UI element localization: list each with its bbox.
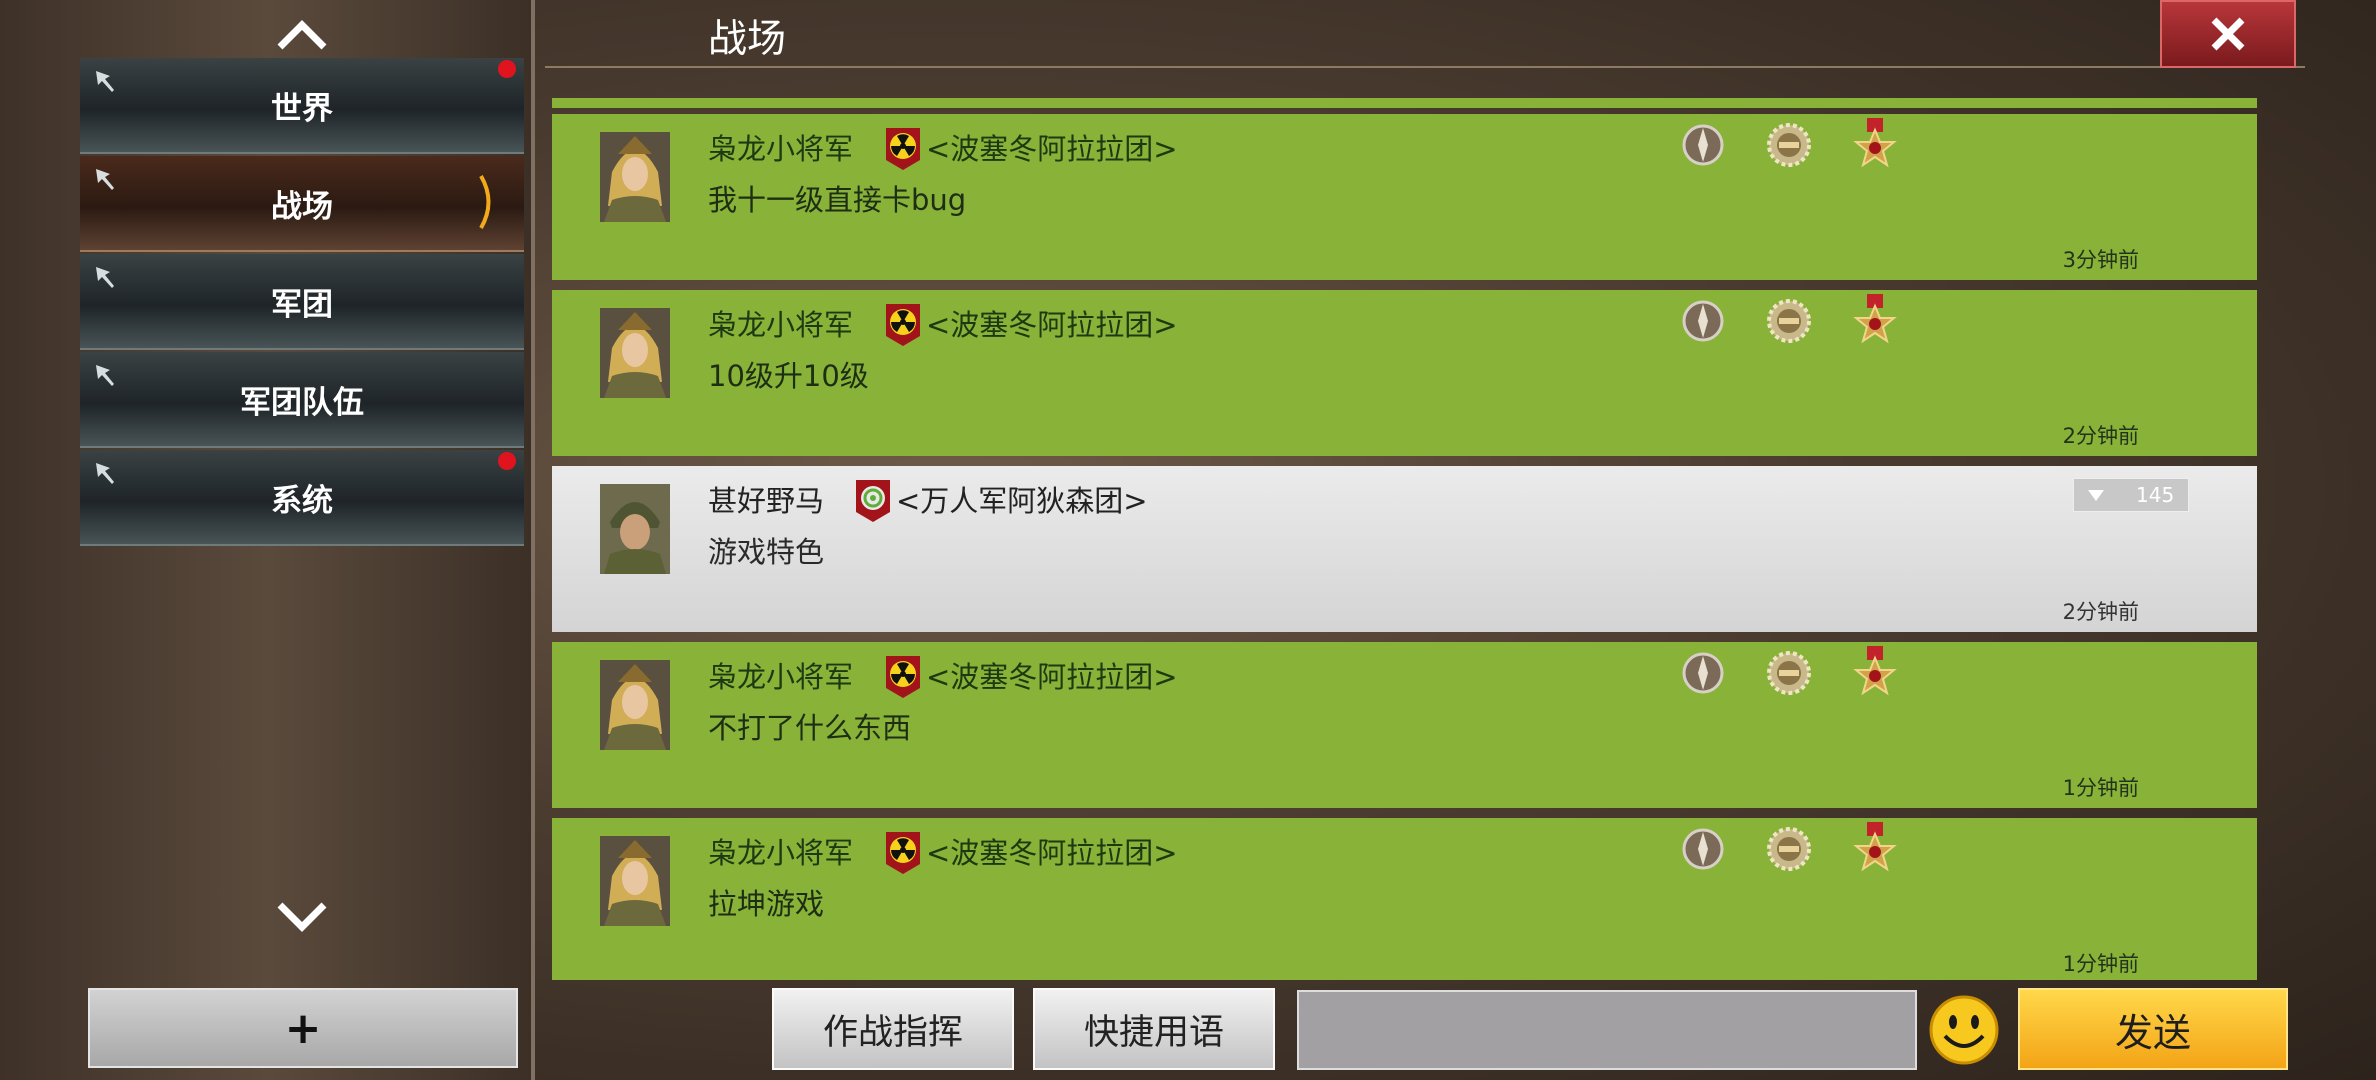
sidebar-item-4[interactable]: 系统 (80, 450, 524, 546)
sender-name[interactable]: 枭龙小将军 (708, 830, 853, 872)
message-text: 我十一级直接卡bug (708, 183, 967, 217)
rank-value: 145 (2136, 483, 2175, 507)
compass-medal-icon (1682, 828, 1724, 870)
close-button[interactable] (2160, 0, 2296, 68)
sidebar-item-label: 军团 (271, 286, 333, 323)
sidebar-item-0[interactable]: 世界 (80, 58, 524, 154)
chat-message[interactable]: 枭龙小将军 <波塞冬阿拉拉团> 不打了什么东西 1分钟前 (552, 642, 2257, 808)
sidebar-item-label: 世界 (271, 90, 333, 127)
sidebar-item-2[interactable]: 军团 (80, 254, 524, 350)
message-timestamp: 3分钟前 (2062, 248, 2139, 272)
quick-phrases-button[interactable]: 快捷用语 (1033, 988, 1275, 1070)
gear-medal-icon (1767, 123, 1811, 167)
chevron-down-icon (277, 902, 327, 932)
message-text: 不打了什么东西 (708, 711, 912, 745)
close-icon (2211, 17, 2245, 51)
star-medal-icon (1853, 822, 1897, 872)
message-timestamp: 1分钟前 (2062, 952, 2139, 976)
sender-name[interactable]: 枭龙小将军 (708, 126, 853, 168)
smiley-icon (1929, 995, 1999, 1065)
chat-message[interactable]: 枭龙小将军 <波塞冬阿拉拉团> 我十一级直接卡bug 3分钟前 (552, 114, 2257, 280)
rank-indicator: 145 (2073, 478, 2189, 512)
alert-dot (498, 452, 516, 470)
avatar (600, 836, 670, 926)
sender-name[interactable]: 甚好野马 (708, 478, 824, 520)
gear-medal-icon (1767, 651, 1811, 695)
chat-message[interactable]: 甚好野马 <万人军阿狄森团> 145 游戏特色 2分钟前 (552, 466, 2257, 632)
sender-name[interactable]: 枭龙小将军 (708, 302, 853, 344)
message-list[interactable]: 枭龙小将军 <波塞冬阿拉拉团> 我十一级直接卡bug 3分钟前 枭龙小将军 <波塞冬阿拉拉… (552, 98, 2257, 980)
alert-dot (498, 60, 516, 78)
header-divider (545, 66, 2305, 68)
guild-name: <波塞冬阿拉拉团> (926, 308, 1178, 342)
gear-medal-icon (1767, 299, 1811, 343)
guild-name: <波塞冬阿拉拉团> (926, 132, 1178, 166)
chat-input[interactable] (1297, 990, 1917, 1070)
compass-medal-icon (1682, 652, 1724, 694)
sidebar-item-1[interactable]: 战场 (80, 156, 524, 252)
sidebar-item-label: 战场 (271, 188, 333, 225)
radiation-badge-icon (886, 128, 920, 170)
combat-command-button[interactable]: 作战指挥 (772, 988, 1014, 1070)
gear-medal-icon (1767, 827, 1811, 871)
radiation-badge-icon (886, 304, 920, 346)
add-channel-button[interactable]: + (88, 988, 518, 1068)
scroll-up-button[interactable] (272, 14, 332, 54)
message-text: 拉坤游戏 (708, 887, 825, 921)
scroll-down-button[interactable] (272, 896, 332, 936)
message-timestamp: 2分钟前 (2062, 600, 2139, 624)
avatar (600, 484, 670, 574)
chat-message[interactable]: 枭龙小将军 <波塞冬阿拉拉团> 拉坤游戏 1分钟前 (552, 818, 2257, 980)
sidebar-item-label: 军团队伍 (240, 384, 364, 421)
guild-name: <万人军阿狄森团> (896, 484, 1148, 518)
chevron-up-icon (277, 20, 327, 50)
message-timestamp: 2分钟前 (2062, 424, 2139, 448)
chat-message[interactable]: 枭龙小将军 <波塞冬阿拉拉团> 10级升10级 2分钟前 (552, 290, 2257, 456)
radiation-badge-icon (886, 832, 920, 874)
guild-name: <波塞冬阿拉拉团> (926, 660, 1178, 694)
sidebar-divider (531, 0, 535, 1080)
avatar (600, 660, 670, 750)
emoji-button[interactable] (1928, 994, 2000, 1066)
compass-medal-icon (1682, 300, 1724, 342)
guild-name: <波塞冬阿拉拉团> (926, 836, 1178, 870)
star-medal-icon (1853, 646, 1897, 696)
compass-medal-icon (1682, 124, 1724, 166)
radiation-badge-icon (886, 656, 920, 698)
star-medal-icon (1853, 118, 1897, 168)
avatar (600, 308, 670, 398)
message-timestamp: 1分钟前 (2062, 776, 2139, 800)
send-button[interactable]: 发送 (2018, 988, 2288, 1070)
sender-name[interactable]: 枭龙小将军 (708, 654, 853, 696)
avatar (600, 132, 670, 222)
target-badge-icon (856, 480, 890, 522)
star-medal-icon (1853, 294, 1897, 344)
page-title: 战场 (708, 17, 787, 62)
chevron-right-icon (479, 175, 491, 229)
message-text: 10级升10级 (708, 359, 869, 393)
sidebar-item-3[interactable]: 军团队伍 (80, 352, 524, 448)
message-text: 游戏特色 (708, 535, 825, 569)
sidebar-item-label: 系统 (271, 482, 333, 519)
